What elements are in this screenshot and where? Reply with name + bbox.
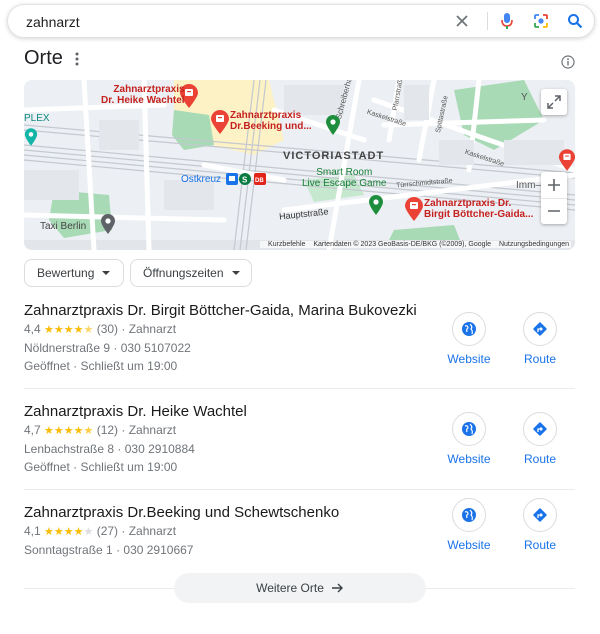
review-count: (30) — [96, 322, 119, 336]
dentist-pin-icon[interactable] — [210, 109, 230, 140]
directions-icon — [523, 498, 557, 532]
stars-full: ★★★★ — [44, 526, 84, 538]
website-button[interactable]: Website — [439, 412, 499, 466]
website-button[interactable]: Website — [439, 498, 499, 552]
closing-time: Schließt um 19:00 — [80, 359, 178, 373]
address: Lenbachstraße 8 — [24, 442, 115, 456]
open-status: Geöffnet — [24, 460, 70, 474]
microphone-icon[interactable] — [494, 5, 520, 37]
pin-label: Zahnarztpraxis Dr.Beeking und... — [230, 110, 312, 132]
poi-pin-icon[interactable] — [325, 114, 341, 141]
pin-label: Zahnarztpraxis Dr. Birgit Böttcher-Gaida… — [424, 198, 534, 220]
address: Nöldnerstraße 9 — [24, 341, 111, 355]
route-label: Route — [523, 538, 557, 552]
route-button[interactable]: Route — [510, 498, 570, 552]
clear-icon[interactable] — [449, 5, 475, 37]
camera-lens-icon[interactable] — [528, 5, 554, 37]
poi-label: Y — [521, 92, 528, 103]
star-rating-icon: ★★★★★ — [44, 324, 93, 336]
search-divider — [487, 12, 488, 30]
website-label: Website — [447, 352, 491, 366]
more-places-button[interactable]: Weitere Orte — [174, 573, 426, 603]
open-status: Geöffnet — [24, 359, 70, 373]
more-options-icon[interactable] — [71, 50, 83, 68]
zoom-out-icon[interactable] — [541, 199, 567, 225]
route-button[interactable]: Route — [510, 412, 570, 466]
station-label: Ostkreuz — [181, 174, 222, 185]
svg-text:S: S — [242, 176, 248, 185]
rating-value: 4,7 — [24, 423, 41, 437]
review-count: (27) — [96, 524, 119, 538]
poi-label: PLEX — [24, 113, 50, 124]
stars-empty: ★ — [83, 526, 94, 538]
website-label: Website — [447, 538, 491, 552]
star-rating-icon: ★★★★★ — [44, 526, 93, 538]
filter-hours-chip[interactable]: Öffnungszeiten — [130, 259, 252, 287]
arrow-right-icon — [331, 580, 344, 596]
divider — [24, 489, 575, 490]
chip-label: Öffnungszeiten — [143, 266, 224, 280]
route-label: Route — [523, 352, 557, 366]
map-data-text: Kartendaten © 2023 GeoBasis-DE/BKG (©200… — [313, 241, 491, 248]
chevron-down-icon — [231, 271, 240, 275]
poi-label: Smart Room Live Escape Game — [302, 167, 387, 189]
search-bar[interactable] — [7, 4, 595, 38]
train-station-icon[interactable]: S DB — [226, 173, 266, 191]
pin-label: Zahnarztpraxis Dr. Heike Wachtel — [101, 84, 185, 106]
address: Sonntagstraße 1 — [24, 543, 113, 557]
directions-icon — [523, 312, 557, 346]
search-input[interactable] — [24, 11, 428, 33]
filter-rating-chip[interactable]: Bewertung — [24, 259, 124, 287]
section-title: Orte — [24, 47, 63, 69]
svg-text:DB: DB — [255, 178, 264, 184]
globe-icon — [452, 312, 486, 346]
keyboard-shortcuts-link[interactable]: Kurzbefehle — [268, 241, 305, 248]
website-button[interactable]: Website — [439, 312, 499, 366]
stars-partial: ★ — [83, 425, 94, 437]
taxi-pin-icon[interactable] — [100, 213, 116, 240]
review-count: (12) — [96, 423, 119, 437]
map[interactable]: Hauptstraße Kaskelstraße Kaskelstraße Tü… — [24, 80, 575, 250]
phone: 030 2910667 — [123, 543, 194, 557]
website-label: Website — [447, 452, 491, 466]
more-places-label: Weitere Orte — [256, 581, 324, 595]
rating-value: 4,4 — [24, 322, 41, 336]
chevron-down-icon — [102, 271, 111, 275]
stars-full: ★★★★ — [44, 324, 84, 336]
zoom-in-icon[interactable] — [541, 172, 567, 199]
divider — [24, 388, 575, 389]
poi-pin-icon[interactable] — [24, 127, 38, 152]
phone: 030 2910884 — [124, 442, 195, 456]
terms-link[interactable]: Nutzungsbedingungen — [499, 241, 569, 248]
chip-label: Bewertung — [37, 266, 95, 280]
info-icon[interactable] — [561, 55, 575, 69]
search-icon[interactable] — [562, 5, 588, 37]
directions-icon — [523, 412, 557, 446]
zoom-controls — [541, 172, 567, 224]
stars-partial: ★ — [83, 324, 94, 336]
category: Zahnarzt — [128, 524, 177, 538]
globe-icon — [452, 498, 486, 532]
category: Zahnarzt — [128, 322, 177, 336]
category: Zahnarzt — [128, 423, 177, 437]
rating-value: 4,1 — [24, 524, 41, 538]
dentist-pin-icon[interactable] — [404, 196, 424, 227]
map-attribution: Kurzbefehle Kartendaten © 2023 GeoBasis-… — [260, 241, 571, 248]
district-label: VICTORIASTADT — [283, 150, 385, 162]
poi-pin-icon[interactable] — [368, 194, 384, 221]
closing-time: Schließt um 19:00 — [80, 460, 178, 474]
route-button[interactable]: Route — [510, 312, 570, 366]
route-label: Route — [523, 452, 557, 466]
phone: 030 5107022 — [120, 341, 191, 355]
expand-map-icon[interactable] — [541, 89, 567, 115]
poi-label: Taxi Berlin — [40, 221, 87, 232]
globe-icon — [452, 412, 486, 446]
star-rating-icon: ★★★★★ — [44, 425, 93, 437]
stars-full: ★★★★ — [44, 425, 84, 437]
